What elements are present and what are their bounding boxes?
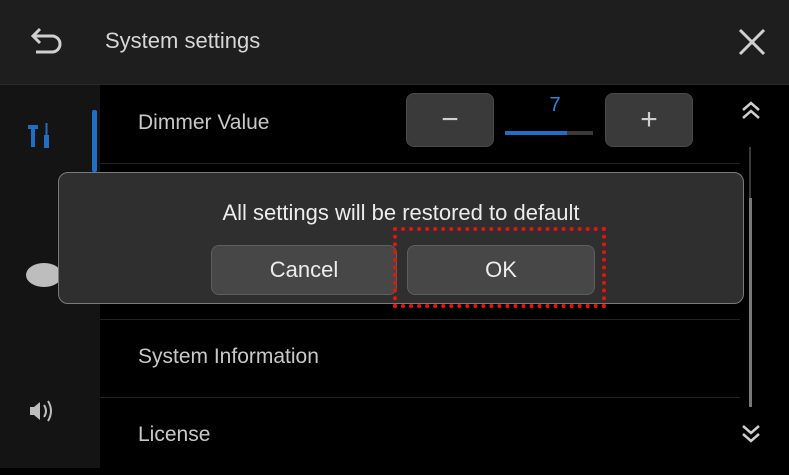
tools-icon	[28, 123, 49, 148]
palette-icon	[26, 263, 62, 287]
dimmer-value: 7	[549, 94, 561, 116]
list-item-license[interactable]: License	[100, 397, 740, 475]
scrollbar-thumb[interactable]	[749, 198, 752, 407]
close-button[interactable]	[732, 22, 772, 62]
sidebar-item-display[interactable]	[22, 255, 62, 295]
speaker-icon	[30, 400, 52, 422]
double-chevron-down-icon	[742, 425, 760, 443]
system-information-label: System Information	[138, 345, 319, 368]
page-title: System settings	[105, 28, 261, 53]
dimmer-label: Dimmer Value	[138, 111, 270, 134]
dimmer-level-bar	[505, 131, 593, 135]
dimmer-increase-button[interactable]: +	[605, 93, 693, 147]
license-label: License	[138, 423, 211, 446]
dimmer-decrease-button[interactable]: −	[406, 93, 494, 147]
double-chevron-up-icon	[742, 101, 760, 119]
close-icon	[738, 28, 766, 56]
cancel-button[interactable]: Cancel	[211, 245, 397, 295]
sidebar-active-indicator	[92, 110, 97, 172]
scroll-down-button[interactable]	[736, 418, 766, 448]
dimmer-level-fill	[505, 131, 567, 135]
back-arrow-icon	[30, 27, 62, 54]
header-bar: System settings	[0, 0, 789, 85]
scroll-up-button[interactable]	[736, 96, 766, 126]
dialog-message: All settings will be restored to default	[222, 200, 580, 225]
sidebar-item-general[interactable]	[22, 115, 62, 155]
sidebar-item-sound[interactable]	[22, 391, 62, 431]
ok-highlight-box	[393, 227, 606, 308]
list-item-dimmer: Dimmer Value − 7 +	[100, 85, 740, 164]
back-button[interactable]	[26, 22, 66, 62]
list-item-system-information[interactable]: System Information	[100, 319, 740, 398]
